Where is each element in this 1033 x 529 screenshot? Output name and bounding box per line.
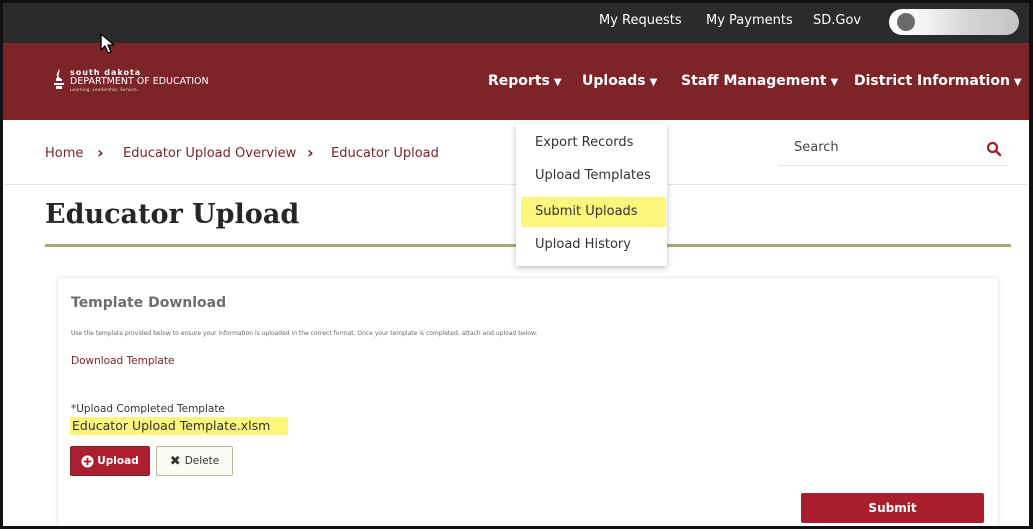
search-icon[interactable] bbox=[986, 141, 1002, 157]
menu-item-export-records[interactable]: Export Records bbox=[521, 128, 666, 158]
caret-down-icon: ▼ bbox=[553, 77, 562, 88]
menu-item-upload-templates[interactable]: Upload Templates bbox=[521, 161, 666, 191]
avatar bbox=[897, 13, 915, 31]
utility-bar: My Requests My Payments SD.Gov bbox=[3, 3, 1029, 43]
uploads-dropdown-menu: Export Records Upload Templates Submit U… bbox=[516, 124, 667, 266]
x-icon: ✖ bbox=[169, 453, 181, 469]
nav-reports-label: Reports bbox=[488, 73, 550, 89]
caret-down-icon: ▼ bbox=[1013, 77, 1022, 88]
nav-district-information[interactable]: District Information ▼ bbox=[854, 73, 1022, 89]
selected-file-name: Educator Upload Template.xlsm bbox=[70, 417, 289, 435]
nav-uploads-label: Uploads bbox=[582, 73, 646, 89]
menu-item-upload-history[interactable]: Upload History bbox=[521, 230, 666, 260]
nav-uploads[interactable]: Uploads ▼ bbox=[582, 73, 657, 89]
menu-item-submit-uploads[interactable]: Submit Uploads bbox=[521, 197, 666, 227]
nav-staff-label: Staff Management bbox=[681, 73, 827, 89]
my-payments-link[interactable]: My Payments bbox=[706, 13, 793, 28]
upload-label-text: Upload Completed Template bbox=[76, 403, 225, 415]
breadcrumb-home[interactable]: Home bbox=[45, 146, 83, 161]
chevron-right-icon: › bbox=[307, 143, 314, 162]
submit-button[interactable]: Submit bbox=[801, 493, 984, 523]
template-download-card: Template Download Use the template provi… bbox=[58, 278, 998, 526]
search-box bbox=[778, 135, 1008, 166]
card-help-text: Use the template provided below to ensur… bbox=[71, 330, 538, 337]
user-menu[interactable] bbox=[889, 9, 1019, 35]
browser-frame: My Requests My Payments SD.Gov south dak… bbox=[0, 0, 1033, 529]
search-input[interactable] bbox=[792, 139, 966, 156]
sd-gov-link[interactable]: SD.Gov bbox=[813, 13, 861, 28]
breadcrumb-educator-upload: Educator Upload bbox=[331, 146, 439, 161]
plus-circle-icon bbox=[81, 454, 94, 468]
download-template-link[interactable]: Download Template bbox=[71, 355, 174, 367]
nav-reports[interactable]: Reports ▼ bbox=[488, 73, 562, 89]
upload-button-label: Upload bbox=[97, 455, 139, 467]
upload-button[interactable]: Upload bbox=[70, 446, 150, 476]
caret-down-icon: ▼ bbox=[649, 77, 658, 88]
my-requests-link[interactable]: My Requests bbox=[599, 13, 682, 28]
nav-district-label: District Information bbox=[854, 73, 1010, 89]
breadcrumb-educator-upload-overview[interactable]: Educator Upload Overview bbox=[123, 146, 296, 161]
mouse-pointer-icon bbox=[100, 33, 115, 54]
upload-completed-template-label: *Upload Completed Template bbox=[71, 403, 225, 415]
delete-button[interactable]: ✖ Delete bbox=[156, 446, 233, 476]
logo-mark-icon bbox=[54, 69, 64, 89]
logo-line-2: DEPARTMENT OF EDUCATION bbox=[70, 76, 209, 87]
logo-tagline: Learning. Leadership. Service. bbox=[70, 88, 139, 93]
card-title: Template Download bbox=[71, 295, 227, 311]
caret-down-icon: ▼ bbox=[830, 77, 839, 88]
nav-staff-management[interactable]: Staff Management ▼ bbox=[681, 73, 838, 89]
page-title: Educator Upload bbox=[45, 199, 300, 230]
main-navbar: south dakota DEPARTMENT OF EDUCATION Lea… bbox=[3, 43, 1029, 120]
chevron-right-icon: › bbox=[97, 143, 104, 162]
delete-button-label: Delete bbox=[184, 455, 220, 467]
